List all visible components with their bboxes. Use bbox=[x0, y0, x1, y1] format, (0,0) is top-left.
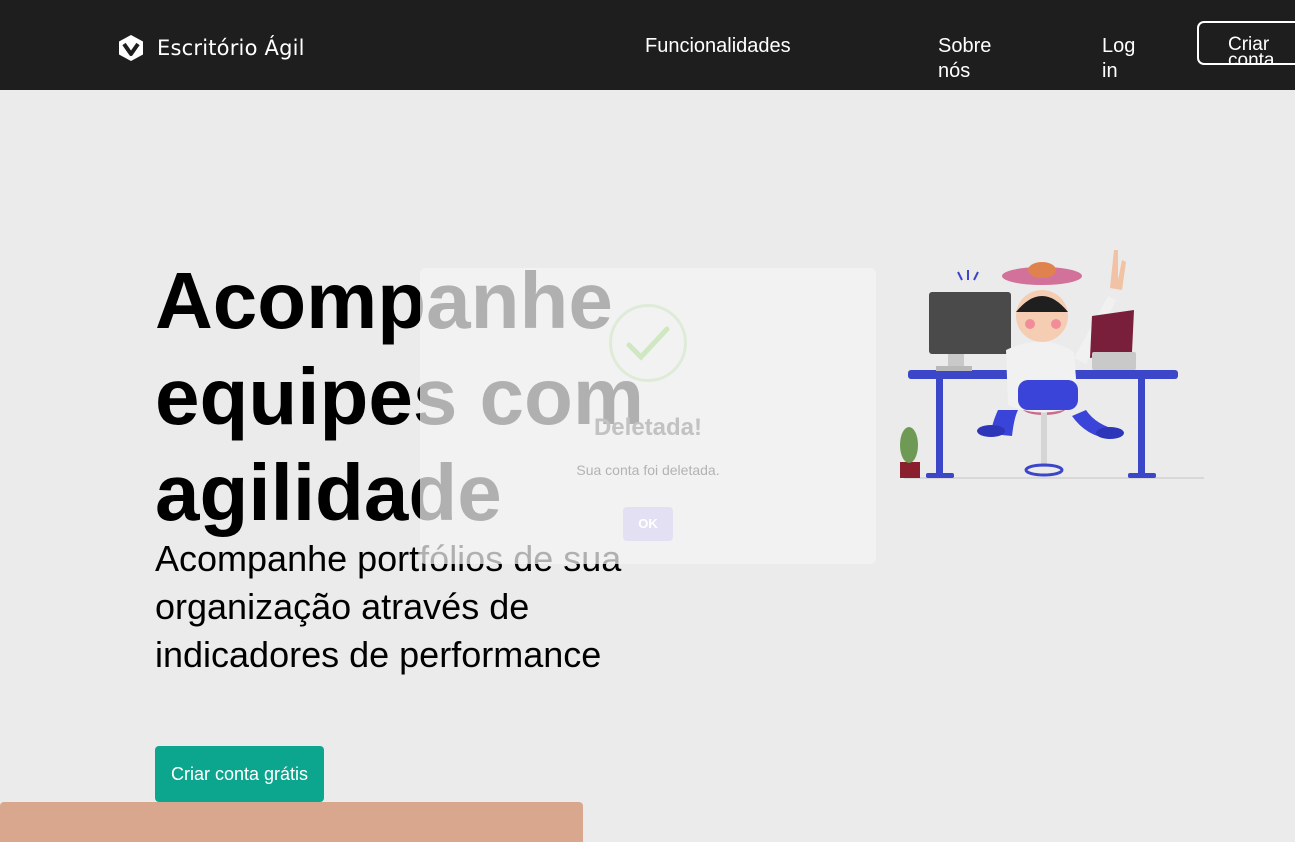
nav-link-login[interactable]: Log in bbox=[1102, 34, 1142, 84]
brand-logo[interactable]: Escritório Ágil bbox=[117, 34, 305, 62]
monitor-icon bbox=[929, 292, 1011, 371]
dialog-message: Sua conta foi deletada. bbox=[576, 462, 720, 478]
account-deleted-dialog: Deletada! Sua conta foi deletada. OK bbox=[420, 268, 876, 564]
brand-name: Escritório Ágil bbox=[157, 36, 305, 60]
brand-shield-icon bbox=[119, 35, 143, 61]
success-check-icon bbox=[609, 304, 687, 382]
dialog-title: Deletada! bbox=[593, 414, 703, 441]
free-signup-button[interactable]: Criar conta grátis bbox=[155, 746, 324, 802]
signup-button[interactable]: Criar conta bbox=[1197, 21, 1295, 65]
hero-illustration-person-at-desk bbox=[900, 250, 1204, 479]
dialog-ok-button[interactable]: OK bbox=[623, 507, 673, 541]
plant-icon bbox=[900, 427, 920, 478]
bottom-banner bbox=[0, 802, 583, 842]
top-navbar: Escritório Ágil Funcionalidades Sobre nó… bbox=[0, 0, 1295, 90]
laptop-icon bbox=[1090, 310, 1136, 370]
nav-link-features[interactable]: Funcionalidades bbox=[645, 34, 791, 59]
nav-link-about[interactable]: Sobre nós bbox=[938, 34, 998, 84]
